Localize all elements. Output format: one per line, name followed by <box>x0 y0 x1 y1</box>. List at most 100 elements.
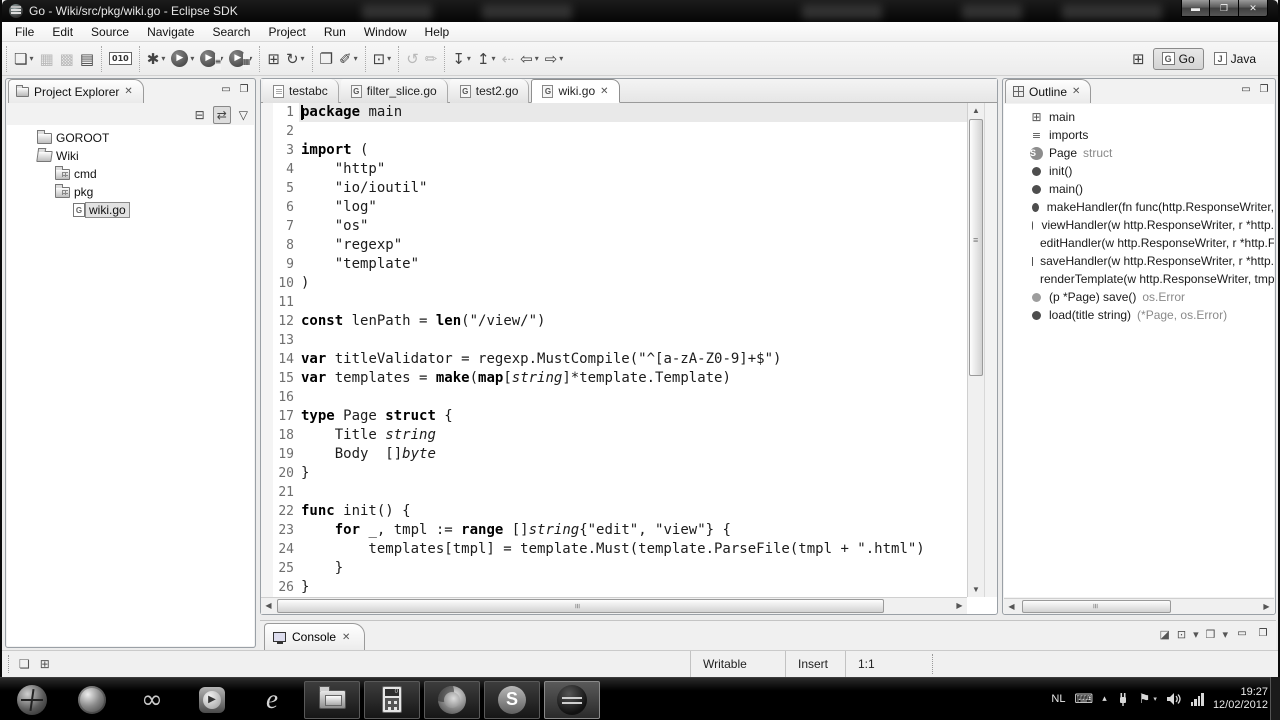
open-console-button[interactable]: ❒ <box>1206 628 1216 641</box>
code-line-16[interactable]: 16 <box>261 388 967 407</box>
tab-outline[interactable]: Outline ✕ <box>1005 79 1092 103</box>
fast-view-icon[interactable]: ❏ <box>19 657 30 671</box>
code-line-22[interactable]: 22 func init() { <box>261 502 967 521</box>
code-line-9[interactable]: 9 "template" <box>261 255 967 274</box>
globe-taskbar-button[interactable] <box>64 681 120 719</box>
scroll-left-icon[interactable]: ◀ <box>1004 599 1019 615</box>
minimize-button[interactable]: ▬ <box>1181 0 1210 17</box>
media-player-taskbar-button[interactable]: ▶ <box>184 681 240 719</box>
language-indicator[interactable]: NL <box>1051 693 1065 705</box>
tab-project-explorer[interactable]: Project Explorer ✕ <box>8 79 144 103</box>
code-line-3[interactable]: 3 import ( <box>261 141 967 160</box>
volume-icon[interactable] <box>1166 692 1182 706</box>
tree-item-wiki[interactable]: Wiki <box>7 147 254 165</box>
open-resource-button[interactable]: ❐ <box>317 48 336 70</box>
code-line-10[interactable]: 10) <box>261 274 967 293</box>
refresh-button[interactable]: ↻ ▾ <box>283 48 308 70</box>
dropdown-icon[interactable]: ▾ <box>559 54 563 63</box>
network-signal-icon[interactable] <box>1190 692 1204 706</box>
code-line-15[interactable]: 15 var templates = make(map[string]*templ… <box>261 369 967 388</box>
infinity-taskbar-button[interactable]: ∞ <box>124 681 180 719</box>
outline-item[interactable]: makeHandler(fn func(http.ResponseWriter, <box>1004 198 1274 216</box>
close-icon[interactable]: ✕ <box>342 632 350 643</box>
code-line-7[interactable]: 7 "os" <box>261 217 967 236</box>
perspective-java-button[interactable]: J Java <box>1206 48 1264 70</box>
link-with-editor-button[interactable]: ⇄ <box>212 106 231 124</box>
open-perspective-button[interactable]: ⊞ <box>1132 50 1145 68</box>
dropdown-icon[interactable]: ▾ <box>1193 628 1199 641</box>
code-line-25[interactable]: 25 } <box>261 559 967 578</box>
debug-button[interactable]: ✱ ▾ <box>144 48 169 70</box>
menu-search[interactable]: Search <box>203 23 259 41</box>
tab-console[interactable]: Console ✕ <box>264 623 366 650</box>
tree-item-cmd[interactable]: cmd <box>7 165 254 183</box>
outline-horizontal-scrollbar[interactable]: ◀ ▶ <box>1004 598 1274 614</box>
code-line-8[interactable]: 8 "regexp" <box>261 236 967 255</box>
outline-item[interactable]: renderTemplate(w http.ResponseWriter, tm… <box>1004 270 1274 288</box>
code-line-24[interactable]: 24 templates[tmpl] = template.Must(templ… <box>261 540 967 559</box>
editor-area-icon[interactable]: ⊞ <box>40 657 50 671</box>
view-menu-button[interactable]: ▽ <box>236 107 251 123</box>
restore-button[interactable]: ❐ <box>1210 0 1239 17</box>
dropdown-icon[interactable]: ▾ <box>190 54 194 63</box>
scroll-up-icon[interactable]: ▲ <box>968 103 984 118</box>
code-line-5[interactable]: 5 "io/ioutil" <box>261 179 967 198</box>
code-editor[interactable]: 1 package main 2 3 import (4 "http" 5 "io/iou… <box>261 103 967 597</box>
run-history-button[interactable]: ▶ ≡ ▾ <box>197 48 226 70</box>
calculator-taskbar-button[interactable] <box>364 680 420 719</box>
skype-taskbar-button[interactable]: S <box>484 680 540 719</box>
keyboard-icon[interactable]: ⌨ <box>1074 692 1093 707</box>
action-center-flag-icon[interactable]: ⚑ <box>1139 692 1151 707</box>
internet-explorer-taskbar-button[interactable]: e <box>244 681 300 719</box>
outline-item[interactable]: viewHandler(w http.ResponseWriter, r *ht… <box>1004 216 1274 234</box>
outline-item[interactable]: S Page struct <box>1004 144 1274 162</box>
dropdown-icon[interactable]: ▾ <box>467 54 471 63</box>
forward-button[interactable]: ⇨ ▾ <box>542 48 567 70</box>
minimize-view-icon[interactable]: ▭ <box>219 83 233 97</box>
vertical-scrollbar[interactable]: ▲ ▼ <box>967 103 984 597</box>
outline-item[interactable]: load(title string) (*Page, os.Error) <box>1004 306 1274 324</box>
code-line-20[interactable]: 20} <box>261 464 967 483</box>
dropdown-icon[interactable]: ▾ <box>354 54 358 63</box>
toggle-mark-occurrences-button[interactable]: ⊡ ▾ <box>370 48 395 70</box>
code-line-17[interactable]: 17 type Page struct { <box>261 407 967 426</box>
menu-run[interactable]: Run <box>315 23 355 41</box>
outline-item[interactable]: main() <box>1004 180 1274 198</box>
tree-item-goroot[interactable]: GOROOT <box>7 129 254 147</box>
menu-edit[interactable]: Edit <box>43 23 82 41</box>
scroll-right-icon[interactable]: ▶ <box>952 598 967 614</box>
close-icon[interactable]: ✕ <box>1072 86 1080 97</box>
back-button[interactable]: ⇦ ▾ <box>517 48 542 70</box>
outline-item[interactable]: init() <box>1004 162 1274 180</box>
code-line-26[interactable]: 26} <box>261 578 967 597</box>
maximize-view-icon[interactable]: ❐ <box>237 83 251 97</box>
run-button[interactable]: ▶ ▾ <box>168 48 197 69</box>
dropdown-icon[interactable]: ▾ <box>29 54 33 63</box>
new-wizard-button[interactable]: ❏ ▾ <box>11 48 36 70</box>
code-line-19[interactable]: 19 Body []byte <box>261 445 967 464</box>
menu-file[interactable]: File <box>6 23 43 41</box>
title-bar[interactable]: Go - Wiki/src/pkg/wiki.go - Eclipse SDK … <box>2 0 1278 22</box>
go-into-button[interactable]: ↥ ▾ <box>474 48 499 70</box>
code-line-14[interactable]: 14 var titleValidator = regexp.MustCompil… <box>261 350 967 369</box>
file-explorer-taskbar-button[interactable] <box>304 680 360 719</box>
menu-navigate[interactable]: Navigate <box>138 23 203 41</box>
editor-tab-test2-go[interactable]: Gtest2.go <box>449 79 530 103</box>
eclipse-taskbar-button[interactable] <box>544 680 600 719</box>
firefox-taskbar-button[interactable] <box>424 680 480 719</box>
close-icon[interactable]: ✕ <box>124 86 132 97</box>
perspective-go-button[interactable]: G Go <box>1152 47 1204 70</box>
menu-project[interactable]: Project <box>259 23 314 41</box>
menu-window[interactable]: Window <box>355 23 416 41</box>
maximize-view-icon[interactable]: ❐ <box>1256 627 1270 641</box>
outline-item[interactable]: ⊞ main <box>1004 108 1274 126</box>
close-icon[interactable]: ✕ <box>600 86 608 97</box>
dropdown-icon[interactable]: ▾ <box>387 54 391 63</box>
code-line-12[interactable]: 12 const lenPath = len("/view/") <box>261 312 967 331</box>
scroll-left-icon[interactable]: ◀ <box>261 598 276 614</box>
code-line-23[interactable]: 23 for _, tmpl := range []string{"edit",… <box>261 521 967 540</box>
horizontal-scrollbar-thumb[interactable] <box>277 599 885 613</box>
start-button[interactable] <box>4 681 60 719</box>
last-edit-location-button[interactable]: ↧ ▾ <box>449 48 474 70</box>
code-line-11[interactable]: 11 <box>261 293 967 312</box>
